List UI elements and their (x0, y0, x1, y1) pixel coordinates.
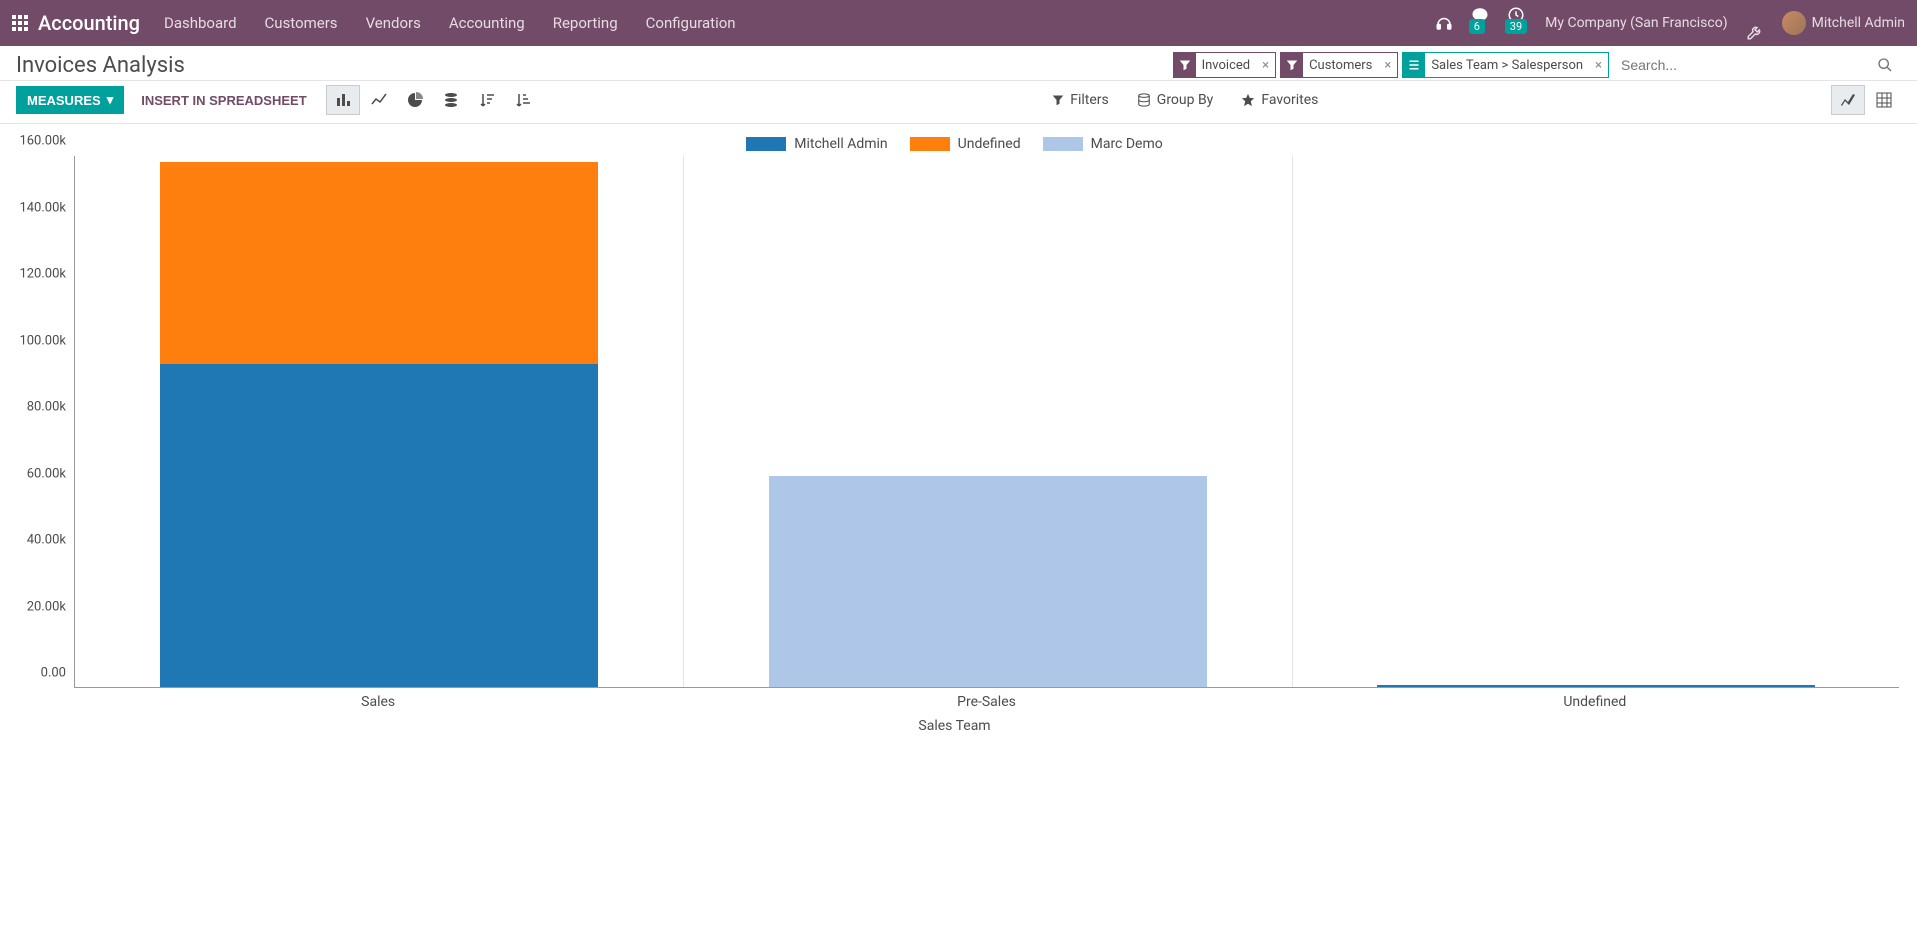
facet-group-sales-team[interactable]: Sales Team > Salesperson × (1402, 52, 1609, 78)
top-nav: Accounting Dashboard Customers Vendors A… (0, 0, 1917, 46)
line-chart-icon[interactable] (362, 85, 396, 115)
x-axis-title: Sales Team (10, 718, 1899, 734)
messages-badge: 6 (1469, 19, 1485, 34)
app-brand[interactable]: Accounting (38, 11, 140, 35)
chart-plot: 0.0020.00k40.00k60.00k80.00k100.00k120.0… (74, 156, 1899, 716)
close-icon[interactable]: × (1378, 58, 1397, 73)
search-bar: Invoiced × Customers × Sales Team > Sale… (1173, 52, 1901, 78)
insert-spreadsheet-button[interactable]: INSERT IN SPREADSHEET (130, 87, 317, 114)
support-icon[interactable] (1435, 14, 1453, 32)
group-icon (1403, 53, 1425, 77)
systray: 6 39 My Company (San Francisco) Mitchell… (1435, 5, 1905, 41)
x-tick-label: Undefined (1563, 694, 1626, 710)
x-tick-label: Pre-Sales (957, 694, 1016, 710)
menu-customers[interactable]: Customers (265, 14, 338, 32)
facet-invoiced[interactable]: Invoiced × (1173, 52, 1276, 78)
control-panel-bottom: MEASURES ▾ INSERT IN SPREADSHEET Filters… (0, 81, 1917, 124)
menu-vendors[interactable]: Vendors (366, 14, 421, 32)
legend-item[interactable]: Mitchell Admin (746, 136, 887, 152)
x-axis: Sales Pre-Sales Undefined (74, 692, 1899, 716)
activities-icon[interactable]: 39 (1507, 6, 1527, 40)
sort-asc-icon[interactable] (506, 85, 540, 115)
pie-chart-icon[interactable] (398, 85, 432, 115)
chart-legend: Mitchell Admin Undefined Marc Demo (10, 136, 1899, 152)
legend-item[interactable]: Undefined (910, 136, 1021, 152)
menu-reporting[interactable]: Reporting (553, 14, 618, 32)
close-icon[interactable]: × (1589, 58, 1608, 73)
search-icon[interactable] (1877, 57, 1901, 73)
bar-segment[interactable] (769, 476, 1207, 687)
main-menu: Dashboard Customers Vendors Accounting R… (164, 14, 1435, 32)
bar-chart-icon[interactable] (326, 85, 360, 115)
filter-icon (1174, 53, 1196, 77)
avatar (1782, 11, 1806, 35)
chart-type-group (326, 85, 540, 115)
menu-accounting[interactable]: Accounting (449, 14, 525, 32)
facet-customers[interactable]: Customers × (1280, 52, 1398, 78)
x-tick-label: Sales (361, 694, 395, 710)
search-options: Filters Group By Favorites (540, 92, 1831, 108)
plot-area (74, 156, 1899, 688)
graph-view-icon[interactable] (1831, 85, 1865, 115)
measures-button[interactable]: MEASURES ▾ (16, 86, 124, 114)
menu-configuration[interactable]: Configuration (646, 14, 736, 32)
close-icon[interactable]: × (1256, 58, 1275, 73)
pivot-view-icon[interactable] (1867, 85, 1901, 115)
messages-icon[interactable]: 6 (1471, 6, 1489, 40)
view-switcher (1831, 85, 1901, 115)
legend-item[interactable]: Marc Demo (1043, 136, 1163, 152)
company-switcher[interactable]: My Company (San Francisco) (1545, 15, 1727, 31)
favorites-dropdown[interactable]: Favorites (1241, 92, 1318, 108)
debug-icon[interactable] (1746, 5, 1764, 41)
caret-down-icon: ▾ (107, 92, 114, 108)
page-title: Invoices Analysis (16, 53, 1173, 78)
user-menu[interactable]: Mitchell Admin (1782, 11, 1905, 35)
menu-dashboard[interactable]: Dashboard (164, 14, 237, 32)
legend-swatch (746, 137, 786, 151)
filter-icon (1281, 53, 1303, 77)
bar-segment[interactable] (160, 364, 598, 687)
sort-desc-icon[interactable] (470, 85, 504, 115)
y-axis: 0.0020.00k40.00k60.00k80.00k100.00k120.0… (10, 156, 74, 688)
apps-icon[interactable] (12, 15, 28, 31)
search-input[interactable] (1613, 53, 1873, 77)
filters-dropdown[interactable]: Filters (1052, 92, 1109, 108)
chart-container: Mitchell Admin Undefined Marc Demo 0.002… (0, 124, 1917, 740)
legend-swatch (1043, 137, 1083, 151)
bar-segment[interactable] (1377, 685, 1815, 687)
bar-segment[interactable] (160, 162, 598, 365)
control-panel-top: Invoices Analysis Invoiced × Customers ×… (0, 46, 1917, 81)
stacked-icon[interactable] (434, 85, 468, 115)
user-name: Mitchell Admin (1812, 15, 1905, 31)
groupby-dropdown[interactable]: Group By (1137, 92, 1214, 108)
activities-badge: 39 (1505, 19, 1527, 34)
legend-swatch (910, 137, 950, 151)
